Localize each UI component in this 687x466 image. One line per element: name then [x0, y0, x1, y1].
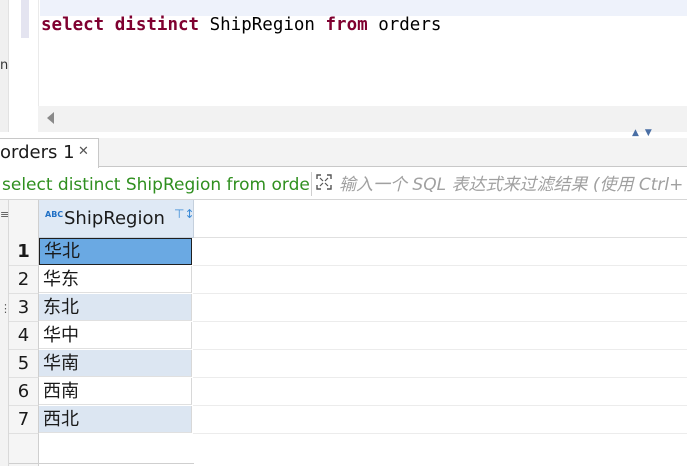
row-number[interactable]: 1	[9, 238, 39, 266]
table-row[interactable]: 5 华南	[9, 350, 687, 378]
editor-gutter: n	[0, 0, 9, 132]
editor-separator	[38, 0, 39, 106]
table-row[interactable]: 3 东北	[9, 294, 687, 322]
table-row[interactable]: 7 西北	[9, 406, 687, 434]
row-empty-area	[193, 266, 687, 294]
current-line-highlight	[40, 0, 687, 16]
gutter-fragment: n	[0, 58, 9, 73]
sql-keyword: select	[41, 15, 105, 35]
panel-toggle-controls[interactable]: ▲▼	[632, 128, 658, 138]
tab-orders-1[interactable]: orders 1 ✕	[0, 138, 99, 168]
row-empty-area	[193, 350, 687, 378]
tab-label: orders 1	[0, 142, 75, 163]
table-row[interactable]: 6 西南	[9, 378, 687, 406]
grid-bottom-border	[9, 463, 194, 464]
shipregion-cell[interactable]: 华北	[39, 238, 192, 265]
row-empty-area	[193, 238, 687, 266]
shipregion-cell[interactable]: 西北	[39, 406, 192, 433]
sql-identifier: orders	[367, 15, 442, 35]
scroll-left-icon[interactable]	[47, 112, 54, 124]
shipregion-cell[interactable]: 华东	[39, 266, 192, 293]
row-number[interactable]: 4	[9, 322, 39, 350]
row-number[interactable]: 5	[9, 350, 39, 378]
row-empty-area	[193, 294, 687, 322]
shipregion-cell[interactable]: 东北	[39, 294, 192, 321]
table-row[interactable]: 1 华北	[9, 238, 687, 266]
row-number[interactable]: 7	[9, 406, 39, 434]
row-empty-area	[193, 406, 687, 434]
filter-expression-input[interactable]	[339, 174, 687, 196]
expand-icon[interactable]	[316, 174, 332, 190]
result-grid: ≡ ⋮ ABC ShipRegion ⊤↕ 1 华北 2 华东 3 东北 4 华中 5 华南 6 西南…	[0, 200, 687, 466]
grid-side-strip: ≡ ⋮	[0, 200, 11, 466]
shipregion-cell[interactable]: 华中	[39, 322, 192, 349]
shipregion-cell[interactable]: 华南	[39, 350, 192, 377]
row-number[interactable]: 3	[9, 294, 39, 322]
row-empty-area	[193, 378, 687, 406]
row-empty-area	[193, 322, 687, 350]
column-header-shipregion[interactable]: ABC ShipRegion ⊤↕	[39, 200, 195, 238]
filter-bar: select distinct ShipRegion from orders	[0, 170, 687, 200]
sql-keyword: distinct	[114, 15, 200, 35]
sql-keyword: from	[325, 15, 368, 35]
abc-type-icon: ABC	[45, 210, 64, 219]
header-empty-area	[194, 200, 687, 238]
result-tab-strip	[0, 138, 687, 167]
editor-horizontal-scrollbar[interactable]	[38, 106, 687, 132]
sql-query-line[interactable]: select distinct ShipRegion from orders	[41, 15, 441, 35]
row-number[interactable]: 2	[9, 266, 39, 294]
edit-marker	[21, 0, 29, 38]
close-icon[interactable]: ✕	[78, 144, 89, 159]
sql-identifier: ShipRegion	[199, 15, 326, 35]
active-query-text: select distinct ShipRegion from orders	[2, 175, 310, 195]
shipregion-cell[interactable]: 西南	[39, 378, 192, 405]
sql-identifier	[104, 15, 115, 35]
sort-filter-icon[interactable]: ⊤↕	[174, 207, 195, 221]
row-number[interactable]: 6	[9, 378, 39, 406]
sql-editor[interactable]: n select distinct ShipRegion from orders…	[0, 0, 687, 138]
filter-divider	[311, 172, 312, 196]
table-row[interactable]: 4 华中	[9, 322, 687, 350]
table-row[interactable]: 2 华东	[9, 266, 687, 294]
column-header-label: ShipRegion	[64, 208, 165, 229]
